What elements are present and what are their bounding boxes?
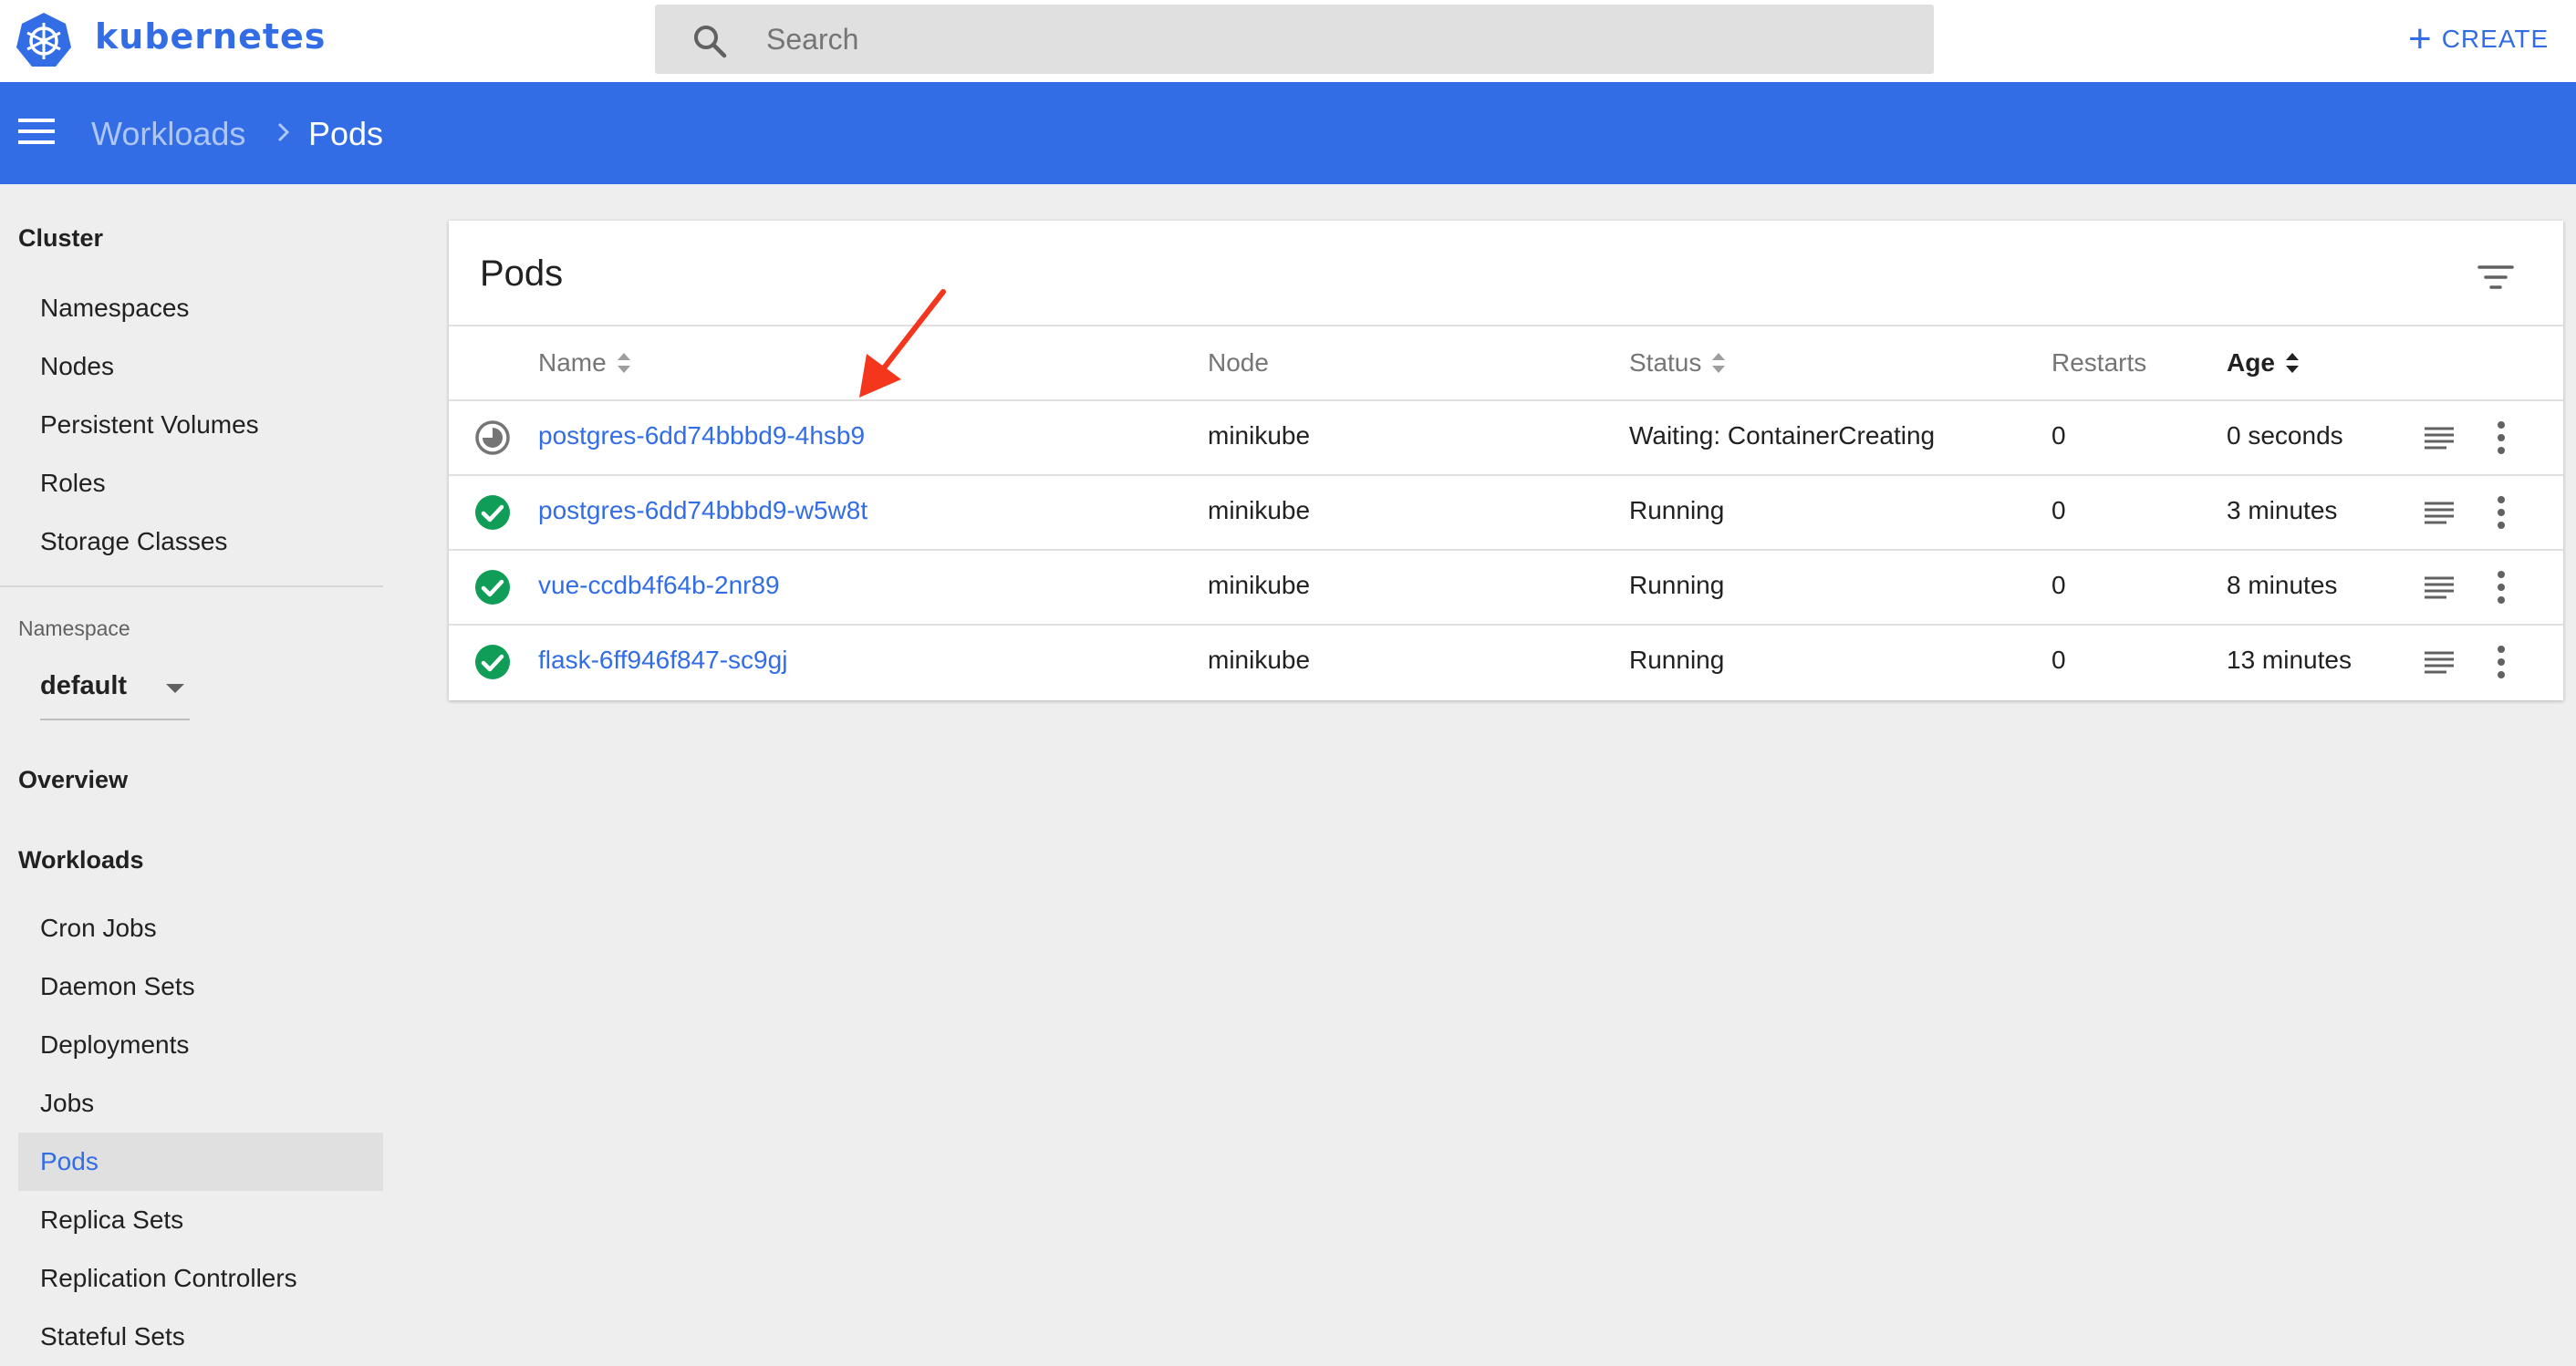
sidebar-heading-overview[interactable]: Overview [18,766,128,794]
column-header-node: Node [1208,348,1269,378]
column-node-label: Node [1208,348,1269,377]
pod-status: Running [1629,496,1725,524]
column-header-status[interactable]: Status [1629,348,1727,378]
column-name-label: Name [538,348,607,377]
more-vert-icon[interactable] [2496,569,2507,605]
brand-name[interactable]: kubernetes [95,16,326,57]
logs-icon[interactable] [2423,574,2456,602]
sidebar-item-cron-jobs[interactable]: Cron Jobs [18,899,383,957]
sidebar-item-storage-classes[interactable]: Storage Classes [18,512,383,571]
sidebar-item-replication-controllers[interactable]: Replication Controllers [18,1249,383,1308]
sidebar: Cluster Namespaces Nodes Persistent Volu… [0,184,401,1362]
column-header-name[interactable]: Name [538,348,632,378]
column-restarts-label: Restarts [2051,348,2147,377]
table-row: postgres-6dd74bbbd9-w5w8t minikube Runni… [449,476,2563,549]
sidebar-item-roles[interactable]: Roles [18,454,383,512]
check-circle-icon [475,645,510,679]
sort-icon [1712,353,1726,373]
pod-restarts: 0 [2051,571,2066,599]
pods-card: Pods Name Node Status Restarts Age postg… [449,221,2563,700]
pod-node[interactable]: minikube [1208,421,1310,450]
sidebar-divider [0,585,383,587]
check-circle-icon [475,495,510,530]
table-row: vue-ccdb4f64b-2nr89 minikube Running 0 8… [449,551,2563,624]
sidebar-heading-workloads[interactable]: Workloads [18,846,144,874]
sidebar-item-namespaces[interactable]: Namespaces [18,279,383,337]
pod-restarts: 0 [2051,646,2066,674]
sidebar-item-persistent-volumes[interactable]: Persistent Volumes [18,396,383,454]
logs-icon[interactable] [2423,649,2456,677]
more-vert-icon[interactable] [2496,494,2507,531]
pod-name-link[interactable]: postgres-6dd74bbbd9-w5w8t [538,496,867,525]
pod-status: Waiting: ContainerCreating [1629,421,1936,450]
sidebar-item-stateful-sets[interactable]: Stateful Sets [18,1308,383,1366]
pod-age: 13 minutes [2227,646,2352,674]
pod-node[interactable]: minikube [1208,496,1310,525]
sidebar-item-pods[interactable]: Pods [18,1133,383,1191]
namespace-value: default [40,671,128,700]
search-input[interactable] [766,16,1861,63]
sort-ascending-icon [2285,353,2299,373]
search-icon [694,26,727,58]
create-label: CREATE [2441,25,2550,53]
pod-node[interactable]: minikube [1208,646,1310,675]
top-bar: kubernetes + CREATE [0,0,2576,82]
create-button[interactable]: + CREATE [2408,16,2549,62]
pod-name-link[interactable]: flask-6ff946f847-sc9gj [538,646,787,675]
card-title: Pods [480,254,564,294]
sidebar-heading-cluster[interactable]: Cluster [18,224,103,253]
pod-age: 0 seconds [2227,421,2343,450]
more-vert-icon[interactable] [2496,644,2507,680]
card-divider [449,325,2563,326]
pod-status: Running [1629,571,1725,599]
sidebar-item-replica-sets[interactable]: Replica Sets [18,1191,383,1249]
breadcrumb-current: Pods [308,115,384,152]
sort-icon [617,353,630,373]
pod-name-link[interactable]: postgres-6dd74bbbd9-4hsb9 [538,421,865,450]
dropdown-caret-icon [166,684,184,693]
pod-node[interactable]: minikube [1208,571,1310,600]
column-status-label: Status [1629,348,1702,377]
plus-icon: + [2408,16,2433,61]
hamburger-menu-icon[interactable] [18,119,55,148]
table-row: flask-6ff946f847-sc9gj minikube Running … [449,626,2563,699]
search-bar[interactable] [655,5,1934,74]
column-age-label: Age [2227,348,2275,377]
namespace-label: Namespace [18,616,130,640]
logs-icon[interactable] [2423,425,2456,452]
check-circle-icon [475,570,510,605]
sidebar-item-nodes[interactable]: Nodes [18,337,383,396]
annotation-arrow-icon [859,289,946,398]
breadcrumb-bar: Workloads Pods [0,82,2576,184]
filter-icon[interactable] [2476,257,2516,297]
sidebar-item-deployments[interactable]: Deployments [18,1016,383,1074]
breadcrumb-workloads[interactable]: Workloads [91,115,245,153]
table-row: postgres-6dd74bbbd9-4hsb9 minikube Waiti… [449,401,2563,474]
namespace-select[interactable]: default [40,658,190,720]
kubernetes-logo-icon[interactable] [15,11,73,69]
sidebar-item-jobs[interactable]: Jobs [18,1074,383,1133]
chevron-right-icon [277,122,290,142]
column-header-age[interactable]: Age [2227,348,2301,378]
pod-restarts: 0 [2051,421,2066,450]
pod-name-link[interactable]: vue-ccdb4f64b-2nr89 [538,571,780,600]
sidebar-item-daemon-sets[interactable]: Daemon Sets [18,957,383,1016]
pod-status: Running [1629,646,1725,674]
pending-status-icon [475,420,510,455]
more-vert-icon[interactable] [2496,419,2507,456]
logs-icon[interactable] [2423,500,2456,527]
pod-age: 8 minutes [2227,571,2338,599]
pod-restarts: 0 [2051,496,2066,524]
pod-age: 3 minutes [2227,496,2338,524]
column-header-restarts: Restarts [2051,348,2146,378]
